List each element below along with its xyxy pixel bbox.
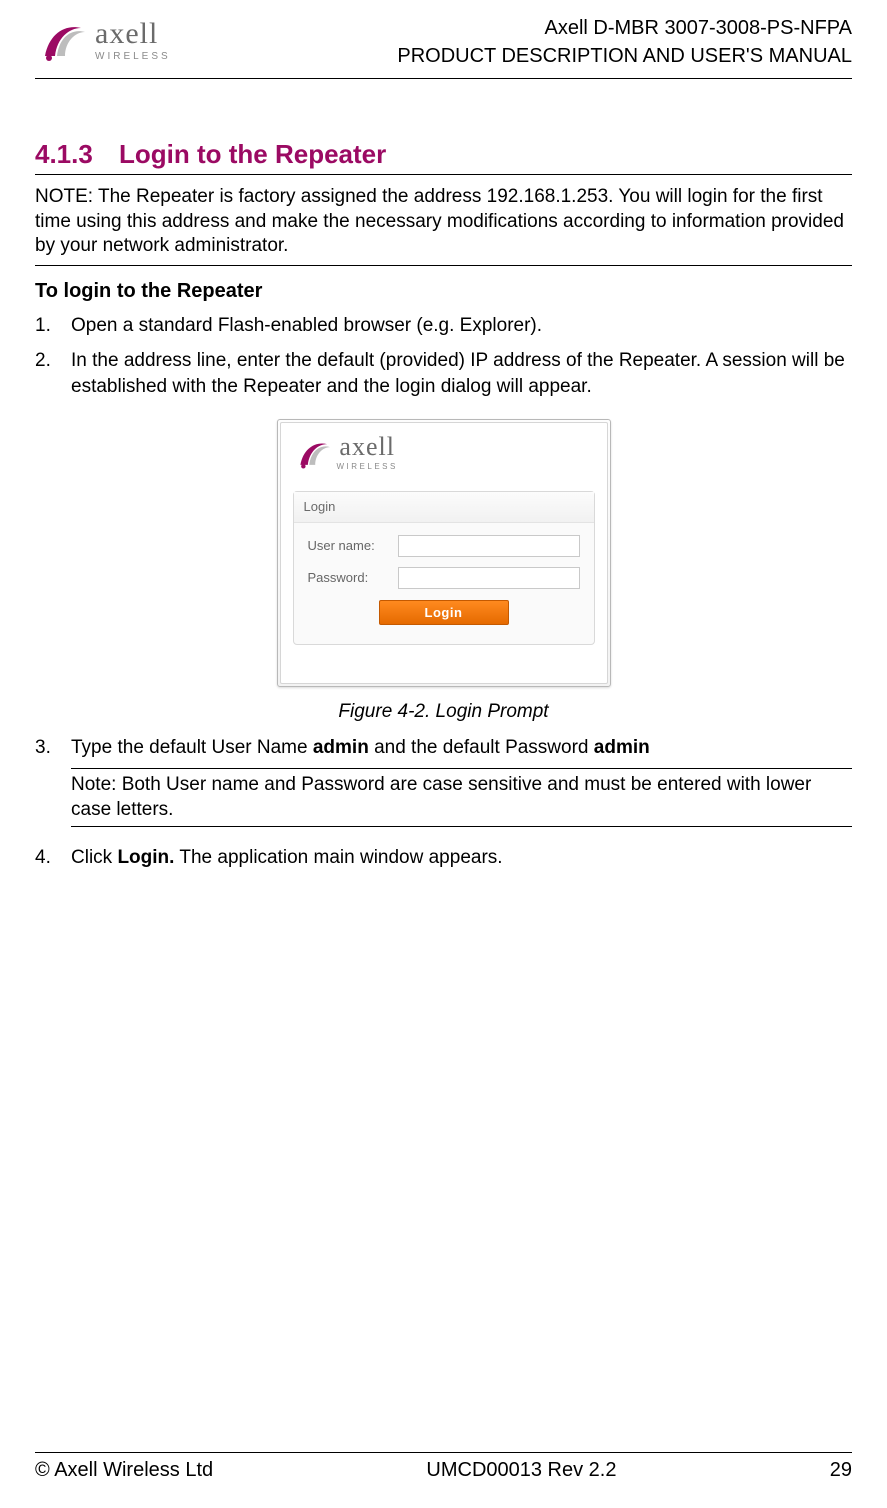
footer-page-number: 29 xyxy=(830,1459,852,1482)
brand-name: axell xyxy=(95,19,171,49)
login-brand-name: axell xyxy=(337,434,398,460)
step-1: 1. Open a standard Flash-enabled browser… xyxy=(35,313,852,340)
step-text: Click Login. The application main window… xyxy=(71,845,852,872)
step-3-pre: Type the default User Name xyxy=(71,737,313,758)
manual-title: PRODUCT DESCRIPTION AND USER'S MANUAL xyxy=(397,42,852,70)
step-4-pre: Click xyxy=(71,847,117,868)
step-3-pass: admin xyxy=(594,737,650,758)
figure-login-prompt: axell WIRELESS Login User name: xyxy=(35,419,852,725)
password-row: Password: xyxy=(308,567,580,589)
axell-swirl-icon xyxy=(293,433,333,473)
login-brand-sub: WIRELESS xyxy=(337,463,398,471)
step-3-user: admin xyxy=(313,737,369,758)
step-text: In the address line, enter the default (… xyxy=(71,348,852,401)
doc-title-block: Axell D-MBR 3007-3008-PS-NFPA PRODUCT DE… xyxy=(397,10,852,70)
step-text: Open a standard Flash-enabled browser (e… xyxy=(71,313,852,340)
login-button[interactable]: Login xyxy=(379,600,509,625)
step-number: 3. xyxy=(35,735,61,837)
section-number: 4.1.3 xyxy=(35,139,99,170)
step-3-mid: and the default Password xyxy=(369,737,594,758)
procedure-title: To login to the Repeater xyxy=(35,280,852,303)
step-4: 4. Click Login. The application main win… xyxy=(35,845,852,872)
step-3: 3. Type the default User Name admin and … xyxy=(35,735,852,837)
section-heading: 4.1.3 Login to the Repeater xyxy=(35,139,852,175)
step-number: 2. xyxy=(35,348,61,401)
product-code: Axell D-MBR 3007-3008-PS-NFPA xyxy=(397,14,852,42)
password-input[interactable] xyxy=(398,567,580,589)
step-number: 1. xyxy=(35,313,61,340)
figure-caption: Figure 4-2. Login Prompt xyxy=(35,699,852,726)
footer-copyright: © Axell Wireless Ltd xyxy=(35,1459,213,1482)
username-row: User name: xyxy=(308,535,580,557)
footer-doc-rev: UMCD00013 Rev 2.2 xyxy=(426,1459,616,1482)
step-text: Type the default User Name admin and the… xyxy=(71,735,852,837)
step-4-post: The application main window appears. xyxy=(174,847,502,868)
username-input[interactable] xyxy=(398,535,580,557)
procedure-steps: 1. Open a standard Flash-enabled browser… xyxy=(35,313,852,872)
brand-logo: axell WIRELESS xyxy=(35,10,171,64)
login-panel-title: Login xyxy=(294,492,594,523)
page-footer: © Axell Wireless Ltd UMCD00013 Rev 2.2 2… xyxy=(35,1452,852,1482)
note-main: NOTE: The Repeater is factory assigned t… xyxy=(35,181,852,266)
step-4-login: Login. xyxy=(117,847,174,868)
login-panel: Login User name: Password: Log xyxy=(293,491,595,645)
step-2: 2. In the address line, enter the defaul… xyxy=(35,348,852,401)
step-3-note: Note: Both User name and Password are ca… xyxy=(71,768,852,827)
brand-sub: WIRELESS xyxy=(95,52,171,62)
password-label: Password: xyxy=(308,569,398,587)
username-label: User name: xyxy=(308,537,398,555)
step-number: 4. xyxy=(35,845,61,872)
page-header: axell WIRELESS Axell D-MBR 3007-3008-PS-… xyxy=(35,10,852,79)
login-dialog: axell WIRELESS Login User name: xyxy=(277,419,611,687)
section-title: Login to the Repeater xyxy=(119,139,386,170)
login-dialog-logo-row: axell WIRELESS xyxy=(281,423,607,481)
axell-swirl-icon xyxy=(35,16,89,64)
